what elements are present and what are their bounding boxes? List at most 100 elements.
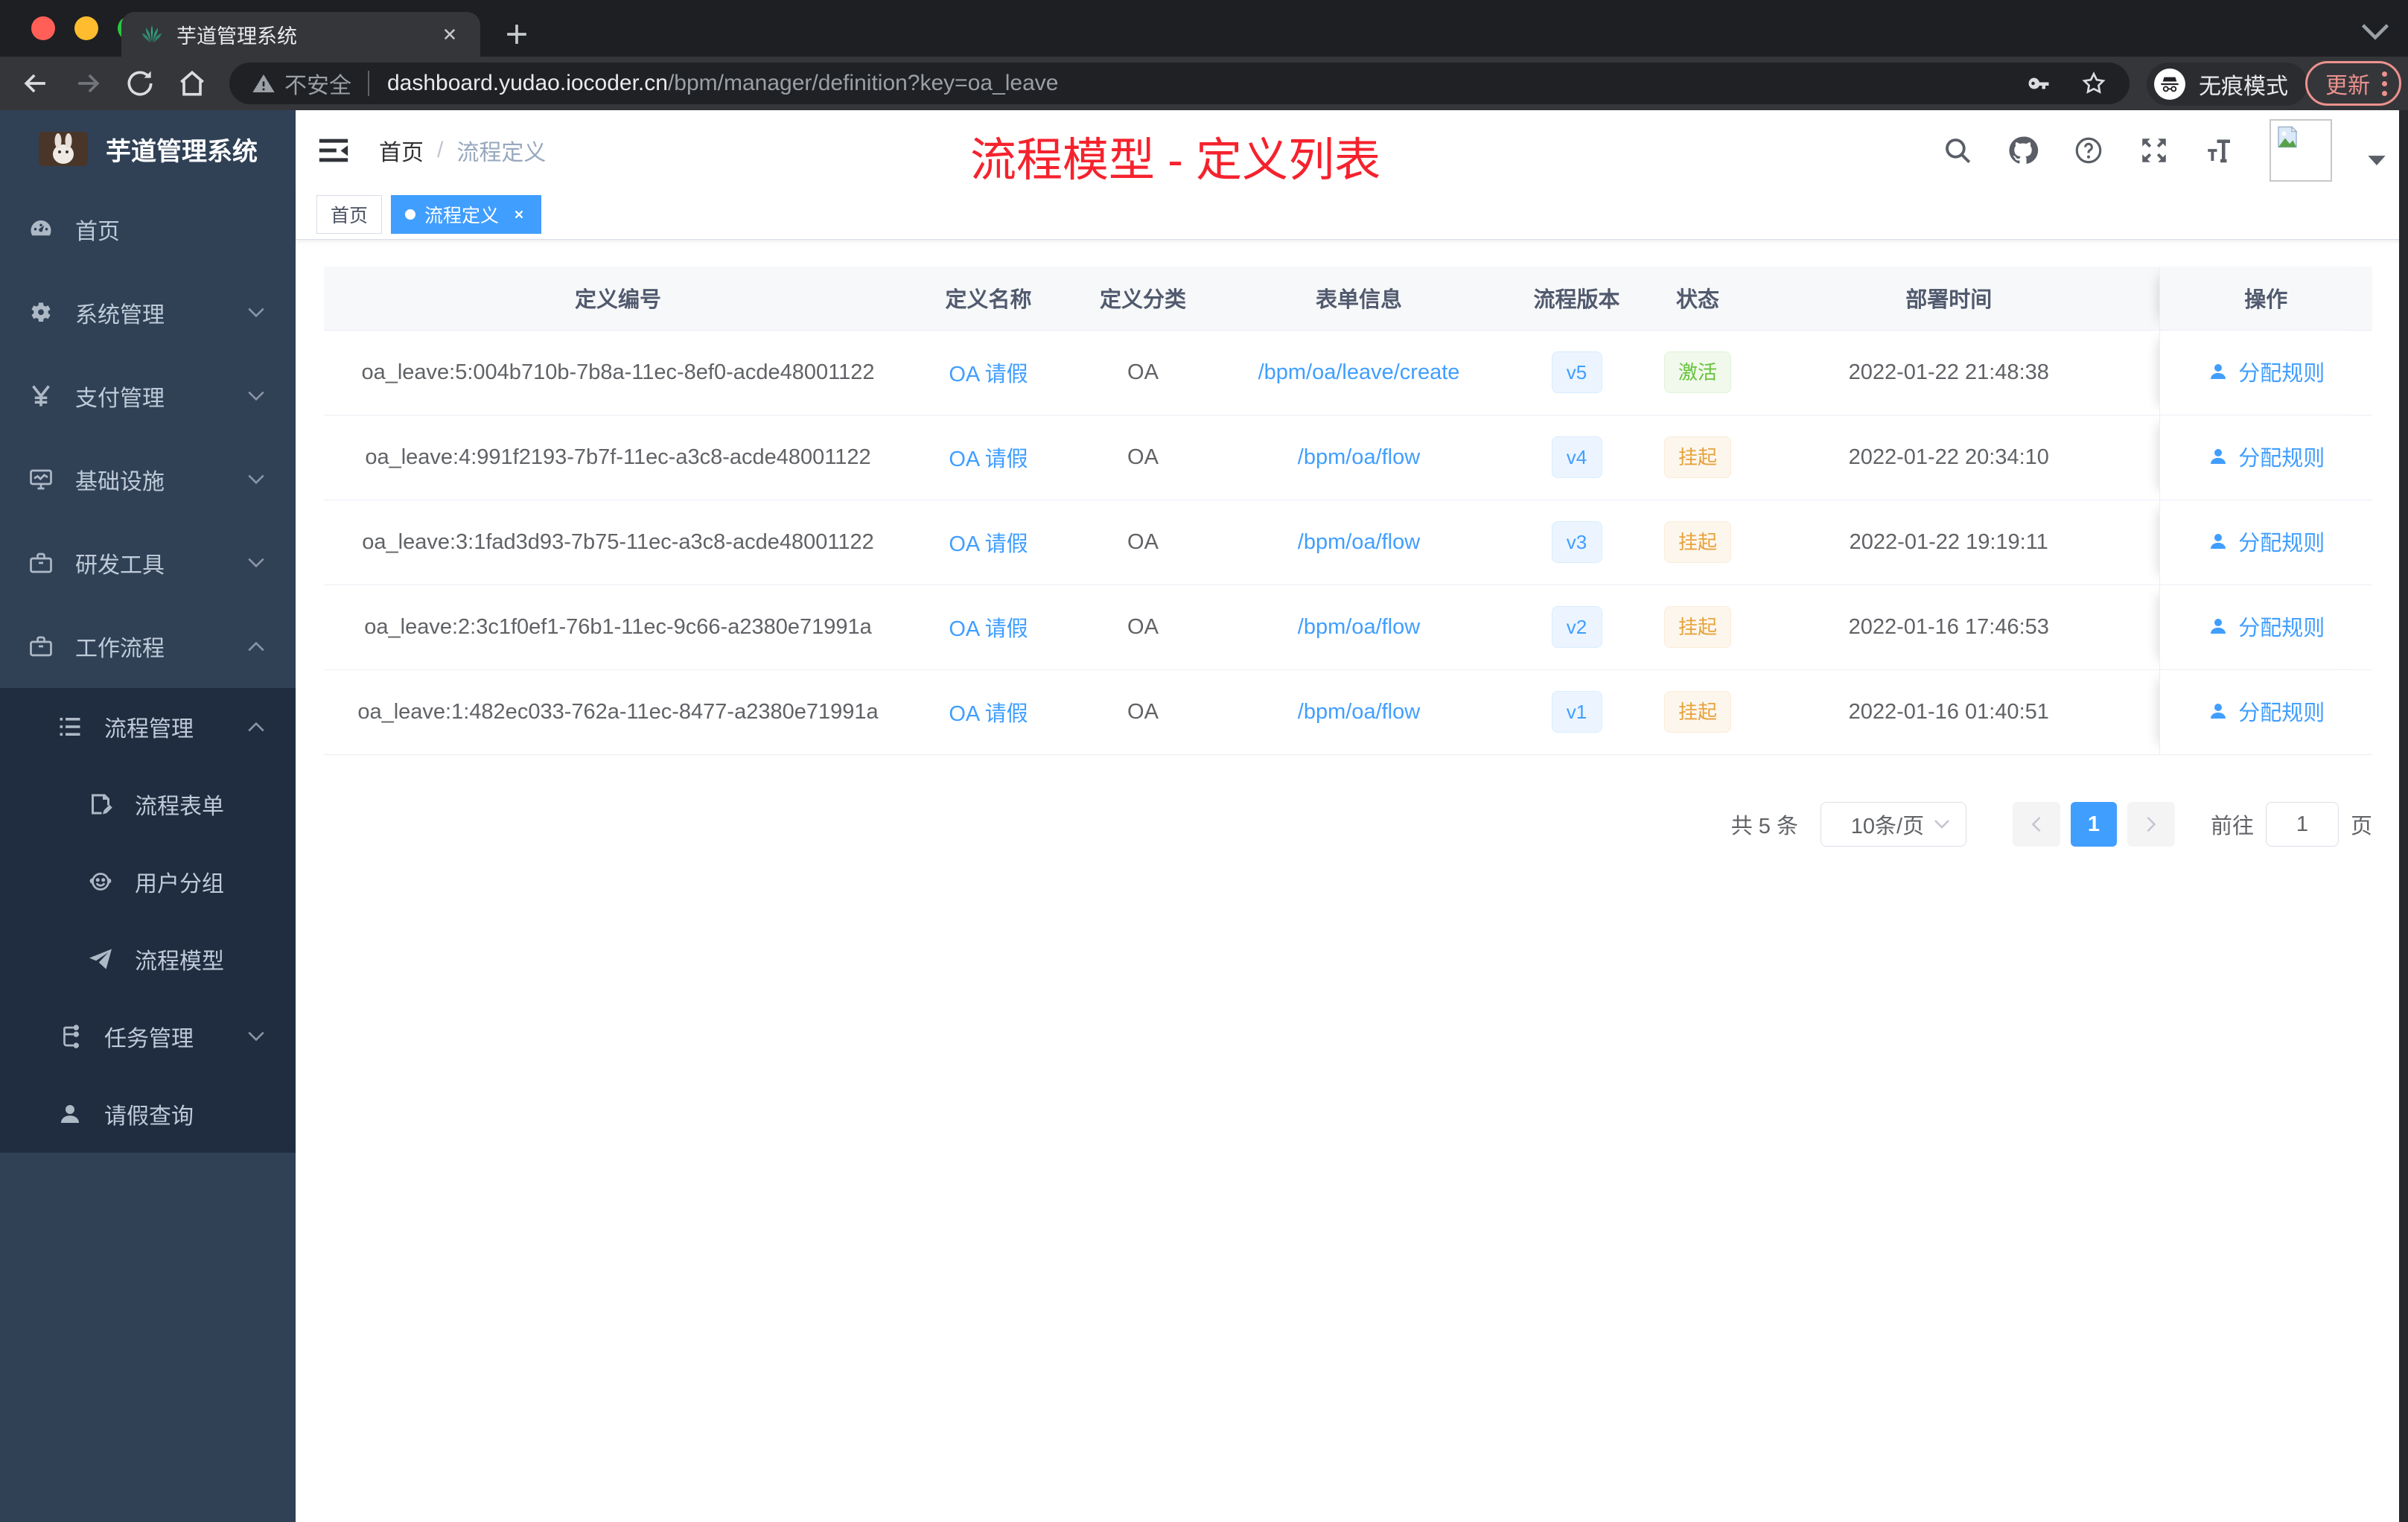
brand[interactable]: 芋道管理系统 xyxy=(0,110,296,188)
sidebar-item-process-form[interactable]: 流程表单 xyxy=(0,765,296,843)
form-link[interactable]: /bpm/oa/leave/create xyxy=(1258,360,1460,384)
table-row: oa_leave:5:004b710b-7b8a-11ec-8ef0-acde4… xyxy=(324,329,2372,415)
back-icon[interactable] xyxy=(19,67,52,100)
font-size-icon[interactable] xyxy=(2204,135,2235,166)
tab-close-icon[interactable] xyxy=(439,23,461,45)
traffic-light-minimize[interactable] xyxy=(74,16,98,40)
traffic-light-close[interactable] xyxy=(31,16,55,40)
sidebar: 芋道管理系统 首页 系统管理 支付管理 基础设施 研发工具 工作流程 流程管理 … xyxy=(0,110,296,1522)
sidebar-item-workflow[interactable]: 工作流程 xyxy=(0,605,296,688)
reload-icon[interactable] xyxy=(124,67,156,100)
screen: 芋道管理系统 不安全 dashboard.yudao.iocoder.cn /b… xyxy=(0,0,2408,1522)
prev-page-button[interactable] xyxy=(2012,802,2060,847)
goto-label: 前往 xyxy=(2210,815,2254,838)
sidebar-item-label: 用户分组 xyxy=(135,872,224,897)
definition-category: OA xyxy=(1065,415,1221,500)
deploy-time: 2022-01-22 19:19:11 xyxy=(1739,500,2159,585)
bookmark-star-icon[interactable] xyxy=(2080,70,2107,97)
url-path: /bpm/manager/definition?key=oa_leave xyxy=(667,71,1059,95)
key-icon[interactable] xyxy=(2025,70,2052,97)
status-badge: 挂起 xyxy=(1663,521,1731,563)
assign-rule-button[interactable]: 分配规则 xyxy=(2207,441,2325,472)
sidebar-item-leave-query[interactable]: 请假查询 xyxy=(0,1075,296,1153)
search-icon[interactable] xyxy=(1942,135,1973,166)
definition-name-link[interactable]: OA 请假 xyxy=(949,617,1028,641)
page-scrollbar[interactable] xyxy=(2399,110,2408,1522)
version-badge: v1 xyxy=(1551,691,1602,733)
form-link[interactable]: /bpm/oa/flow xyxy=(1298,530,1420,554)
sidebar-item-home[interactable]: 首页 xyxy=(0,188,296,271)
col-definition-id: 定义编号 xyxy=(324,267,912,330)
home-icon[interactable] xyxy=(176,67,208,100)
sidebar-item-label: 研发工具 xyxy=(75,553,165,578)
sidebar-collapse-icon[interactable] xyxy=(316,133,351,168)
browser-tab[interactable]: 芋道管理系统 xyxy=(121,12,480,57)
goto-page-input[interactable] xyxy=(2265,802,2339,847)
tag-process-definition[interactable]: 流程定义 xyxy=(391,195,542,234)
assign-rule-button[interactable]: 分配规则 xyxy=(2207,356,2325,387)
status-badge: 挂起 xyxy=(1663,691,1731,733)
definition-name-link[interactable]: OA 请假 xyxy=(949,532,1028,556)
col-deploy-time: 部署时间 xyxy=(1739,267,2159,330)
sidebar-item-devtools[interactable]: 研发工具 xyxy=(0,521,296,605)
page-unit-label: 页 xyxy=(2350,815,2372,838)
gear-icon xyxy=(31,302,51,322)
sidebar-item-payment[interactable]: 支付管理 xyxy=(0,354,296,438)
definition-table: 定义编号 定义名称 定义分类 表单信息 流程版本 状态 部署时间 操作 oa_l xyxy=(324,267,2372,755)
sidebar-item-process-model[interactable]: 流程模型 xyxy=(0,920,296,998)
sidebar-item-label: 系统管理 xyxy=(75,303,165,328)
sidebar-item-infrastructure[interactable]: 基础设施 xyxy=(0,438,296,521)
form-link[interactable]: /bpm/oa/flow xyxy=(1298,700,1420,724)
definition-name-link[interactable]: OA 请假 xyxy=(949,363,1028,386)
new-tab-icon[interactable] xyxy=(500,18,533,51)
sidebar-item-system[interactable]: 系统管理 xyxy=(0,271,296,354)
help-icon[interactable] xyxy=(2073,135,2104,166)
tab-search-chevron-icon[interactable] xyxy=(2359,22,2392,42)
assign-rule-button[interactable]: 分配规则 xyxy=(2207,526,2325,557)
dashboard-icon xyxy=(31,220,51,236)
broken-image-icon xyxy=(2278,125,2298,147)
page-number-button[interactable]: 1 xyxy=(2070,802,2117,847)
next-page-button[interactable] xyxy=(2127,802,2175,847)
sidebar-item-task-management[interactable]: 任务管理 xyxy=(0,998,296,1075)
assign-rule-button[interactable]: 分配规则 xyxy=(2207,611,2325,642)
col-operations: 操作 xyxy=(2159,267,2372,330)
toolbox-icon xyxy=(30,553,52,573)
definition-category: OA xyxy=(1065,585,1221,670)
page-size-select[interactable]: 10条/页 xyxy=(1820,802,1966,847)
avatar[interactable] xyxy=(2270,118,2332,182)
briefcase-icon xyxy=(30,636,52,657)
github-icon[interactable] xyxy=(2007,135,2039,166)
incognito-icon xyxy=(2154,69,2185,100)
definition-id: oa_leave:3:1fad3d93-7b75-11ec-a3c8-acde4… xyxy=(324,500,912,585)
col-status: 状态 xyxy=(1657,267,1739,330)
version-badge: v5 xyxy=(1551,351,1602,393)
forward-icon[interactable] xyxy=(71,67,104,100)
sidebar-item-user-group[interactable]: 用户分组 xyxy=(0,843,296,920)
browser-update-button[interactable]: 更新 xyxy=(2305,61,2401,106)
definition-category: OA xyxy=(1065,669,1221,755)
tab-title: 芋道管理系统 xyxy=(176,25,297,48)
assign-rule-button[interactable]: 分配规则 xyxy=(2207,695,2325,727)
list-icon xyxy=(60,718,80,736)
sidebar-item-label: 支付管理 xyxy=(75,386,165,411)
users-icon xyxy=(89,873,112,891)
breadcrumb-home[interactable]: 首页 xyxy=(379,134,424,167)
tag-close-icon[interactable] xyxy=(511,206,527,223)
fullscreen-icon[interactable] xyxy=(2138,135,2170,166)
caret-down-icon[interactable] xyxy=(2366,153,2387,168)
security-label: 不安全 xyxy=(284,74,351,98)
chevron-right-icon xyxy=(2147,816,2156,832)
kebab-menu-icon[interactable] xyxy=(2382,71,2387,96)
browser-toolbar: 不安全 dashboard.yudao.iocoder.cn/bpm/manag… xyxy=(0,57,2408,110)
definition-name-link[interactable]: OA 请假 xyxy=(949,448,1028,471)
sidebar-item-label: 流程模型 xyxy=(135,949,224,974)
table-row: oa_leave:4:991f2193-7b7f-11ec-a3c8-acde4… xyxy=(324,415,2372,500)
sidebar-item-process-management[interactable]: 流程管理 xyxy=(0,688,296,765)
form-link[interactable]: /bpm/oa/flow xyxy=(1298,615,1420,639)
url-divider xyxy=(368,71,369,96)
url-bar[interactable]: 不安全 dashboard.yudao.iocoder.cn/bpm/manag… xyxy=(229,63,2130,104)
definition-name-link[interactable]: OA 请假 xyxy=(949,702,1028,726)
form-link[interactable]: /bpm/oa/flow xyxy=(1298,445,1420,469)
tag-home[interactable]: 首页 xyxy=(316,195,383,234)
